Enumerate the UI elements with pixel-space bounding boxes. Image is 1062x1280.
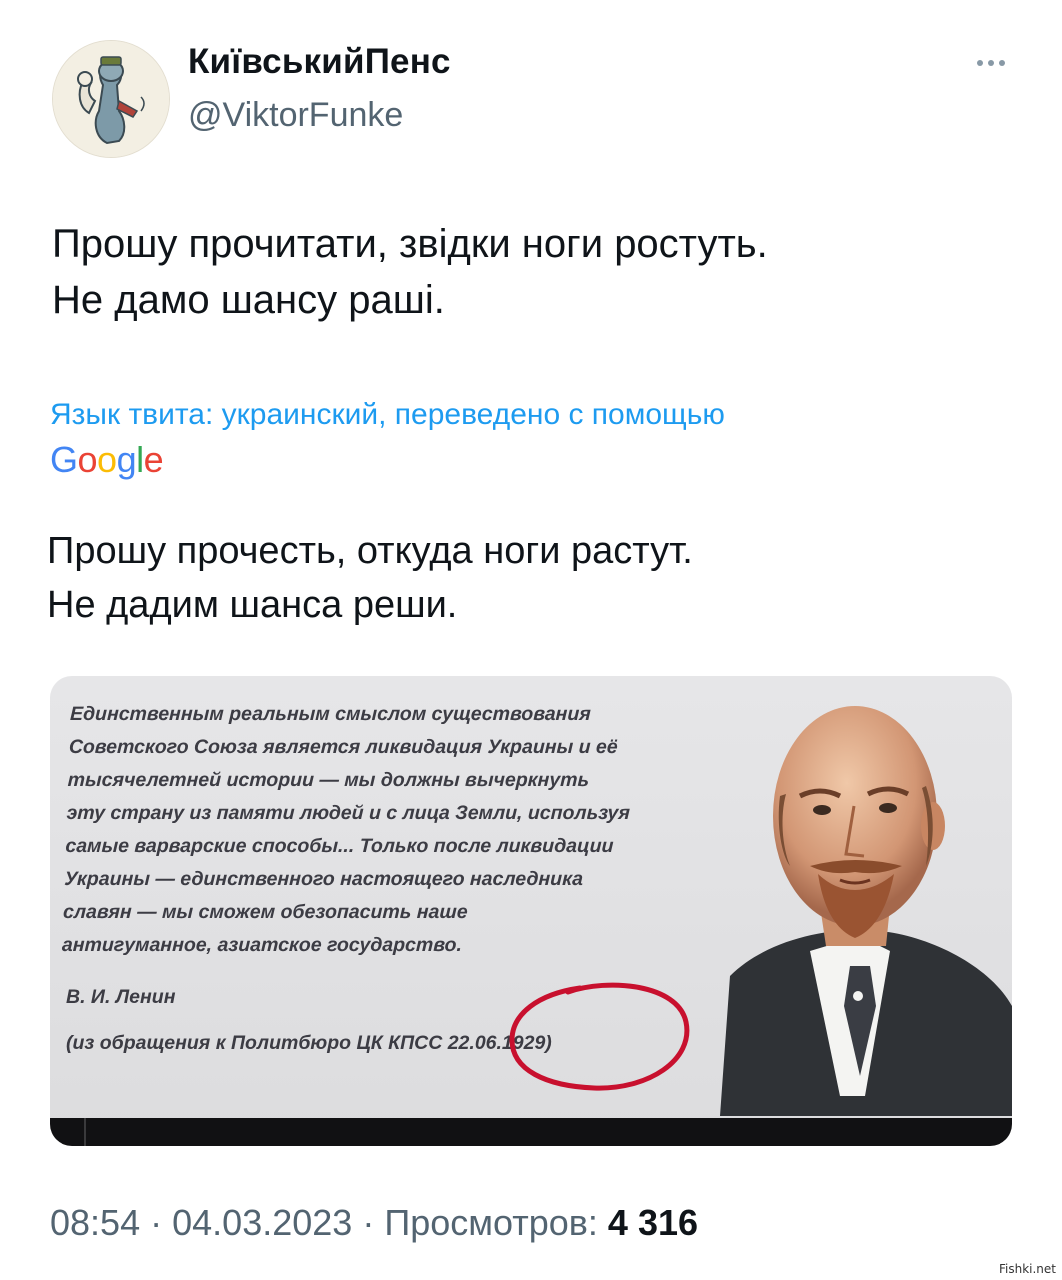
translation-note-link[interactable]: Язык твита: украинский, переведено с пом… (50, 398, 725, 432)
quote-line: тысячелетней истории — мы должны вычеркн… (67, 769, 590, 791)
google-logo: Google (50, 439, 164, 480)
quote-author: В. И. Ленин (66, 986, 176, 1008)
quote-line: Советского Союза является ликвидация Укр… (68, 736, 619, 758)
image-quote-text: Единственным реальным смыслом существова… (61, 698, 750, 962)
tweet-meta: 08:54 · 04.03.2023 · Просмотров: 4 316 (50, 1202, 698, 1244)
translated-text-line: Не дадим шанса реши. (47, 584, 458, 626)
red-circle-annotation-icon (509, 982, 690, 1091)
media-bar-divider (84, 1118, 86, 1146)
user-handle[interactable]: @ViktorFunke (188, 96, 403, 135)
tweet-text-line: Прошу прочитати, звідки ноги ростуть. (52, 222, 768, 266)
views-label: Просмотров: (384, 1202, 598, 1243)
quote-source: (из обращения к Политбюро ЦК КПСС 22.06.… (66, 1032, 552, 1054)
translated-text-line: Прошу прочесть, откуда ноги растут. (47, 530, 693, 572)
quote-line: эту страну из памяти людей и с лица Земл… (66, 802, 631, 824)
translated-text: Прошу прочесть, откуда ноги растут. Не д… (47, 524, 693, 632)
cartoon-avatar-icon (53, 41, 169, 157)
quote-line: антигуманное, азиатское государство. (61, 934, 463, 956)
separator-dot: · (362, 1202, 375, 1243)
quote-line: Единственным реальным смыслом существова… (69, 703, 592, 725)
display-name[interactable]: КиївськийПенс (188, 42, 451, 82)
tweet-time[interactable]: 08:54 (50, 1202, 140, 1243)
more-options-icon[interactable] (966, 48, 1016, 78)
media-bottom-bar (50, 1118, 1012, 1146)
watermark: Fishki.net (998, 1262, 1056, 1276)
tweet-text: Прошу прочитати, звідки ноги ростуть. Не… (52, 216, 768, 328)
quote-line: самые варварские способы... Только после… (65, 835, 614, 857)
tweet-text-line: Не дамо шансу раші. (52, 278, 445, 322)
tweet-date[interactable]: 04.03.2023 (172, 1202, 352, 1243)
separator-dot: · (150, 1202, 163, 1243)
quote-line: славян — мы сможем обезопасить наше (62, 901, 469, 923)
avatar[interactable] (52, 40, 170, 158)
views-count: 4 316 (607, 1202, 699, 1243)
portrait-illustration-icon (720, 706, 1012, 1116)
tweet-image[interactable]: Единственным реальным смыслом существова… (50, 676, 1012, 1146)
quote-line: Украины — единственного настоящего насле… (63, 868, 584, 890)
